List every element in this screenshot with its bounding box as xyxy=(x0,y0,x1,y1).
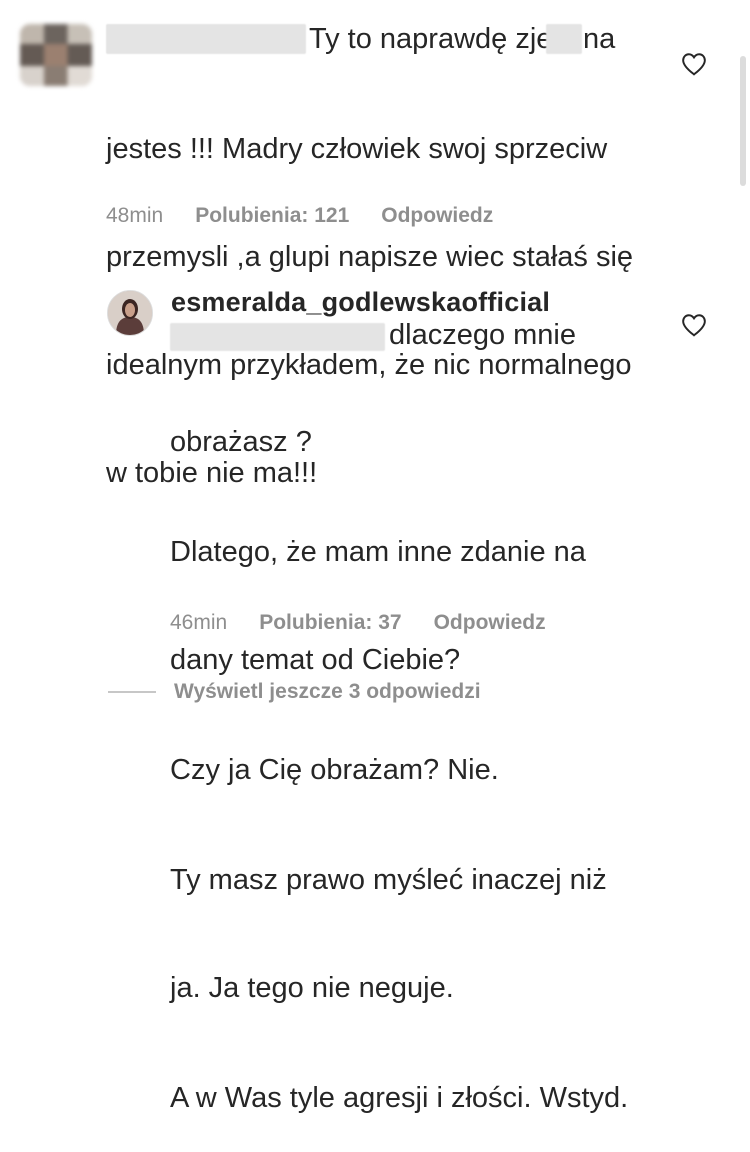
comment-meta: 48min Polubienia: 121 Odpowiedz xyxy=(106,204,493,228)
reply-line: dany temat od Ciebie? xyxy=(170,644,461,676)
profile-photo-icon xyxy=(108,291,152,335)
comment-reply-button[interactable]: Odpowiedz xyxy=(381,204,493,228)
reply-line: ja. Ja tego nie neguje. xyxy=(170,972,454,1004)
heart-icon[interactable] xyxy=(681,52,707,76)
comment-time: 48min xyxy=(106,204,164,227)
comment-first-line-end: na xyxy=(583,23,616,55)
comment-line: jestes !!! Madry człowiek swoj sprzeciw xyxy=(106,133,608,165)
reply-likes[interactable]: Polubienia: 37 xyxy=(259,611,401,635)
reply-line: A w Was tyle agresji i złości. Wstyd. xyxy=(170,1082,629,1114)
blurred-username[interactable] xyxy=(106,24,306,54)
scrollbar[interactable] xyxy=(740,56,746,186)
reply-line: Ty masz prawo myśleć inaczej niż xyxy=(170,864,607,896)
comment-first-line: Ty to naprawdę zje xyxy=(309,23,553,55)
reply-line: Dlatego, że mam inne zdanie na xyxy=(170,536,586,568)
commenter-avatar[interactable] xyxy=(20,24,92,86)
blurred-word xyxy=(546,24,582,54)
comment-line: przemysli ,a glupi napisze wiec stałaś s… xyxy=(106,241,634,273)
reply-time: 46min xyxy=(170,611,228,634)
comment-likes[interactable]: Polubienia: 121 xyxy=(195,204,349,228)
reply-username[interactable]: esmeralda_godlewskaofficial xyxy=(171,287,550,318)
heart-icon[interactable] xyxy=(681,313,707,337)
reply-meta: 46min Polubienia: 37 Odpowiedz xyxy=(170,611,546,635)
reply-text: obrażasz ? Dlatego, że mam inne zdanie n… xyxy=(170,352,628,1152)
divider-line xyxy=(108,691,156,693)
blurred-mention xyxy=(170,323,385,351)
reply-first-line: dlaczego mnie xyxy=(389,319,576,351)
reply-reply-button[interactable]: Odpowiedz xyxy=(434,611,546,635)
view-more-replies-button[interactable]: Wyświetl jeszcze 3 odpowiedzi xyxy=(108,680,481,704)
view-more-label: Wyświetl jeszcze 3 odpowiedzi xyxy=(174,680,481,703)
reply-line: Czy ja Cię obrażam? Nie. xyxy=(170,754,499,786)
reply-avatar[interactable] xyxy=(107,290,153,336)
reply-line: obrażasz ? xyxy=(170,426,312,458)
